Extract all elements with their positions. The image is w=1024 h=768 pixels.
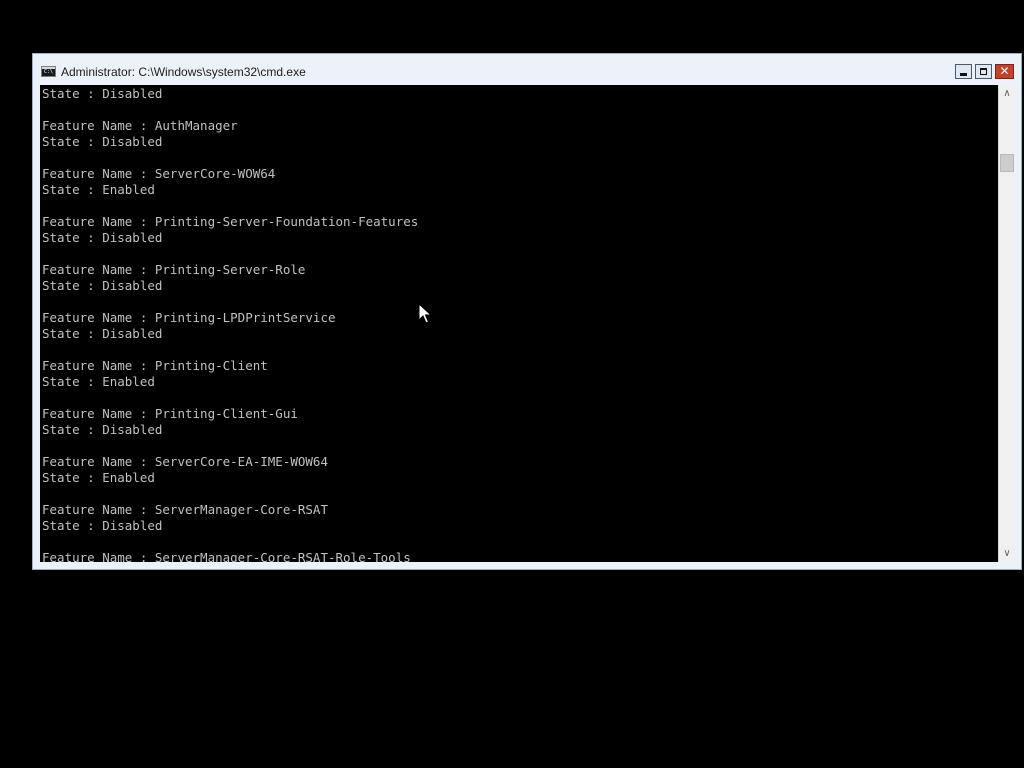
cmd-window: C:\ Administrator: C:\Windows\system32\c… bbox=[32, 53, 1022, 570]
console-line: Feature Name : ServerCore-WOW64 bbox=[42, 166, 276, 181]
console-line: State : Disabled bbox=[42, 518, 163, 533]
console-line: Feature Name : Printing-Server-Role bbox=[42, 262, 306, 277]
console-line: State : Disabled bbox=[42, 86, 163, 101]
console-line: Feature Name : Printing-LPDPrintService bbox=[42, 310, 336, 325]
console-line: Feature Name : Printing-Client bbox=[42, 358, 268, 373]
console-line: Feature Name : ServerCore-EA-IME-WOW64 bbox=[42, 454, 328, 469]
console-app-icon[interactable]: C:\ bbox=[41, 66, 56, 77]
app-icon-prompt: C:\ bbox=[44, 69, 54, 75]
window-title: Administrator: C:\Windows\system32\cmd.e… bbox=[61, 65, 306, 79]
scroll-down-arrow-icon[interactable]: ∨ bbox=[999, 545, 1015, 562]
minimize-button[interactable] bbox=[955, 64, 972, 79]
scroll-up-arrow-icon[interactable]: ∧ bbox=[999, 85, 1015, 102]
console-line: Feature Name : Printing-Client-Gui bbox=[42, 406, 298, 421]
console-line: Feature Name : AuthManager bbox=[42, 118, 238, 133]
console-line: Feature Name : Printing-Server-Foundatio… bbox=[42, 214, 419, 229]
minimize-icon bbox=[960, 73, 967, 76]
console-line: State : Disabled bbox=[42, 326, 163, 341]
mouse-pointer-icon bbox=[418, 303, 432, 324]
close-button[interactable]: ✕ bbox=[995, 64, 1014, 79]
close-icon: ✕ bbox=[999, 64, 1010, 78]
console-line: State : Disabled bbox=[42, 278, 163, 293]
console-line: State : Disabled bbox=[42, 230, 163, 245]
console-line: Feature Name : ServerManager-Core-RSAT bbox=[42, 502, 328, 517]
title-bar[interactable]: C:\ Administrator: C:\Windows\system32\c… bbox=[33, 54, 1021, 85]
console-line: State : Disabled bbox=[42, 134, 163, 149]
console-line: Feature Name : ServerManager-Core-RSAT-R… bbox=[42, 550, 411, 562]
console-line: State : Enabled bbox=[42, 374, 155, 389]
console-lines: State : Disabled Feature Name : AuthManag… bbox=[40, 86, 418, 562]
vertical-scrollbar[interactable]: ∧ ∨ bbox=[998, 85, 1015, 562]
scroll-thumb[interactable] bbox=[1000, 154, 1014, 172]
maximize-icon bbox=[980, 68, 987, 75]
console-line: State : Enabled bbox=[42, 182, 155, 197]
console-line: State : Enabled bbox=[42, 470, 155, 485]
console-output[interactable]: State : Disabled Feature Name : AuthManag… bbox=[40, 85, 998, 562]
maximize-button[interactable] bbox=[975, 64, 992, 79]
console-line: State : Disabled bbox=[42, 422, 163, 437]
